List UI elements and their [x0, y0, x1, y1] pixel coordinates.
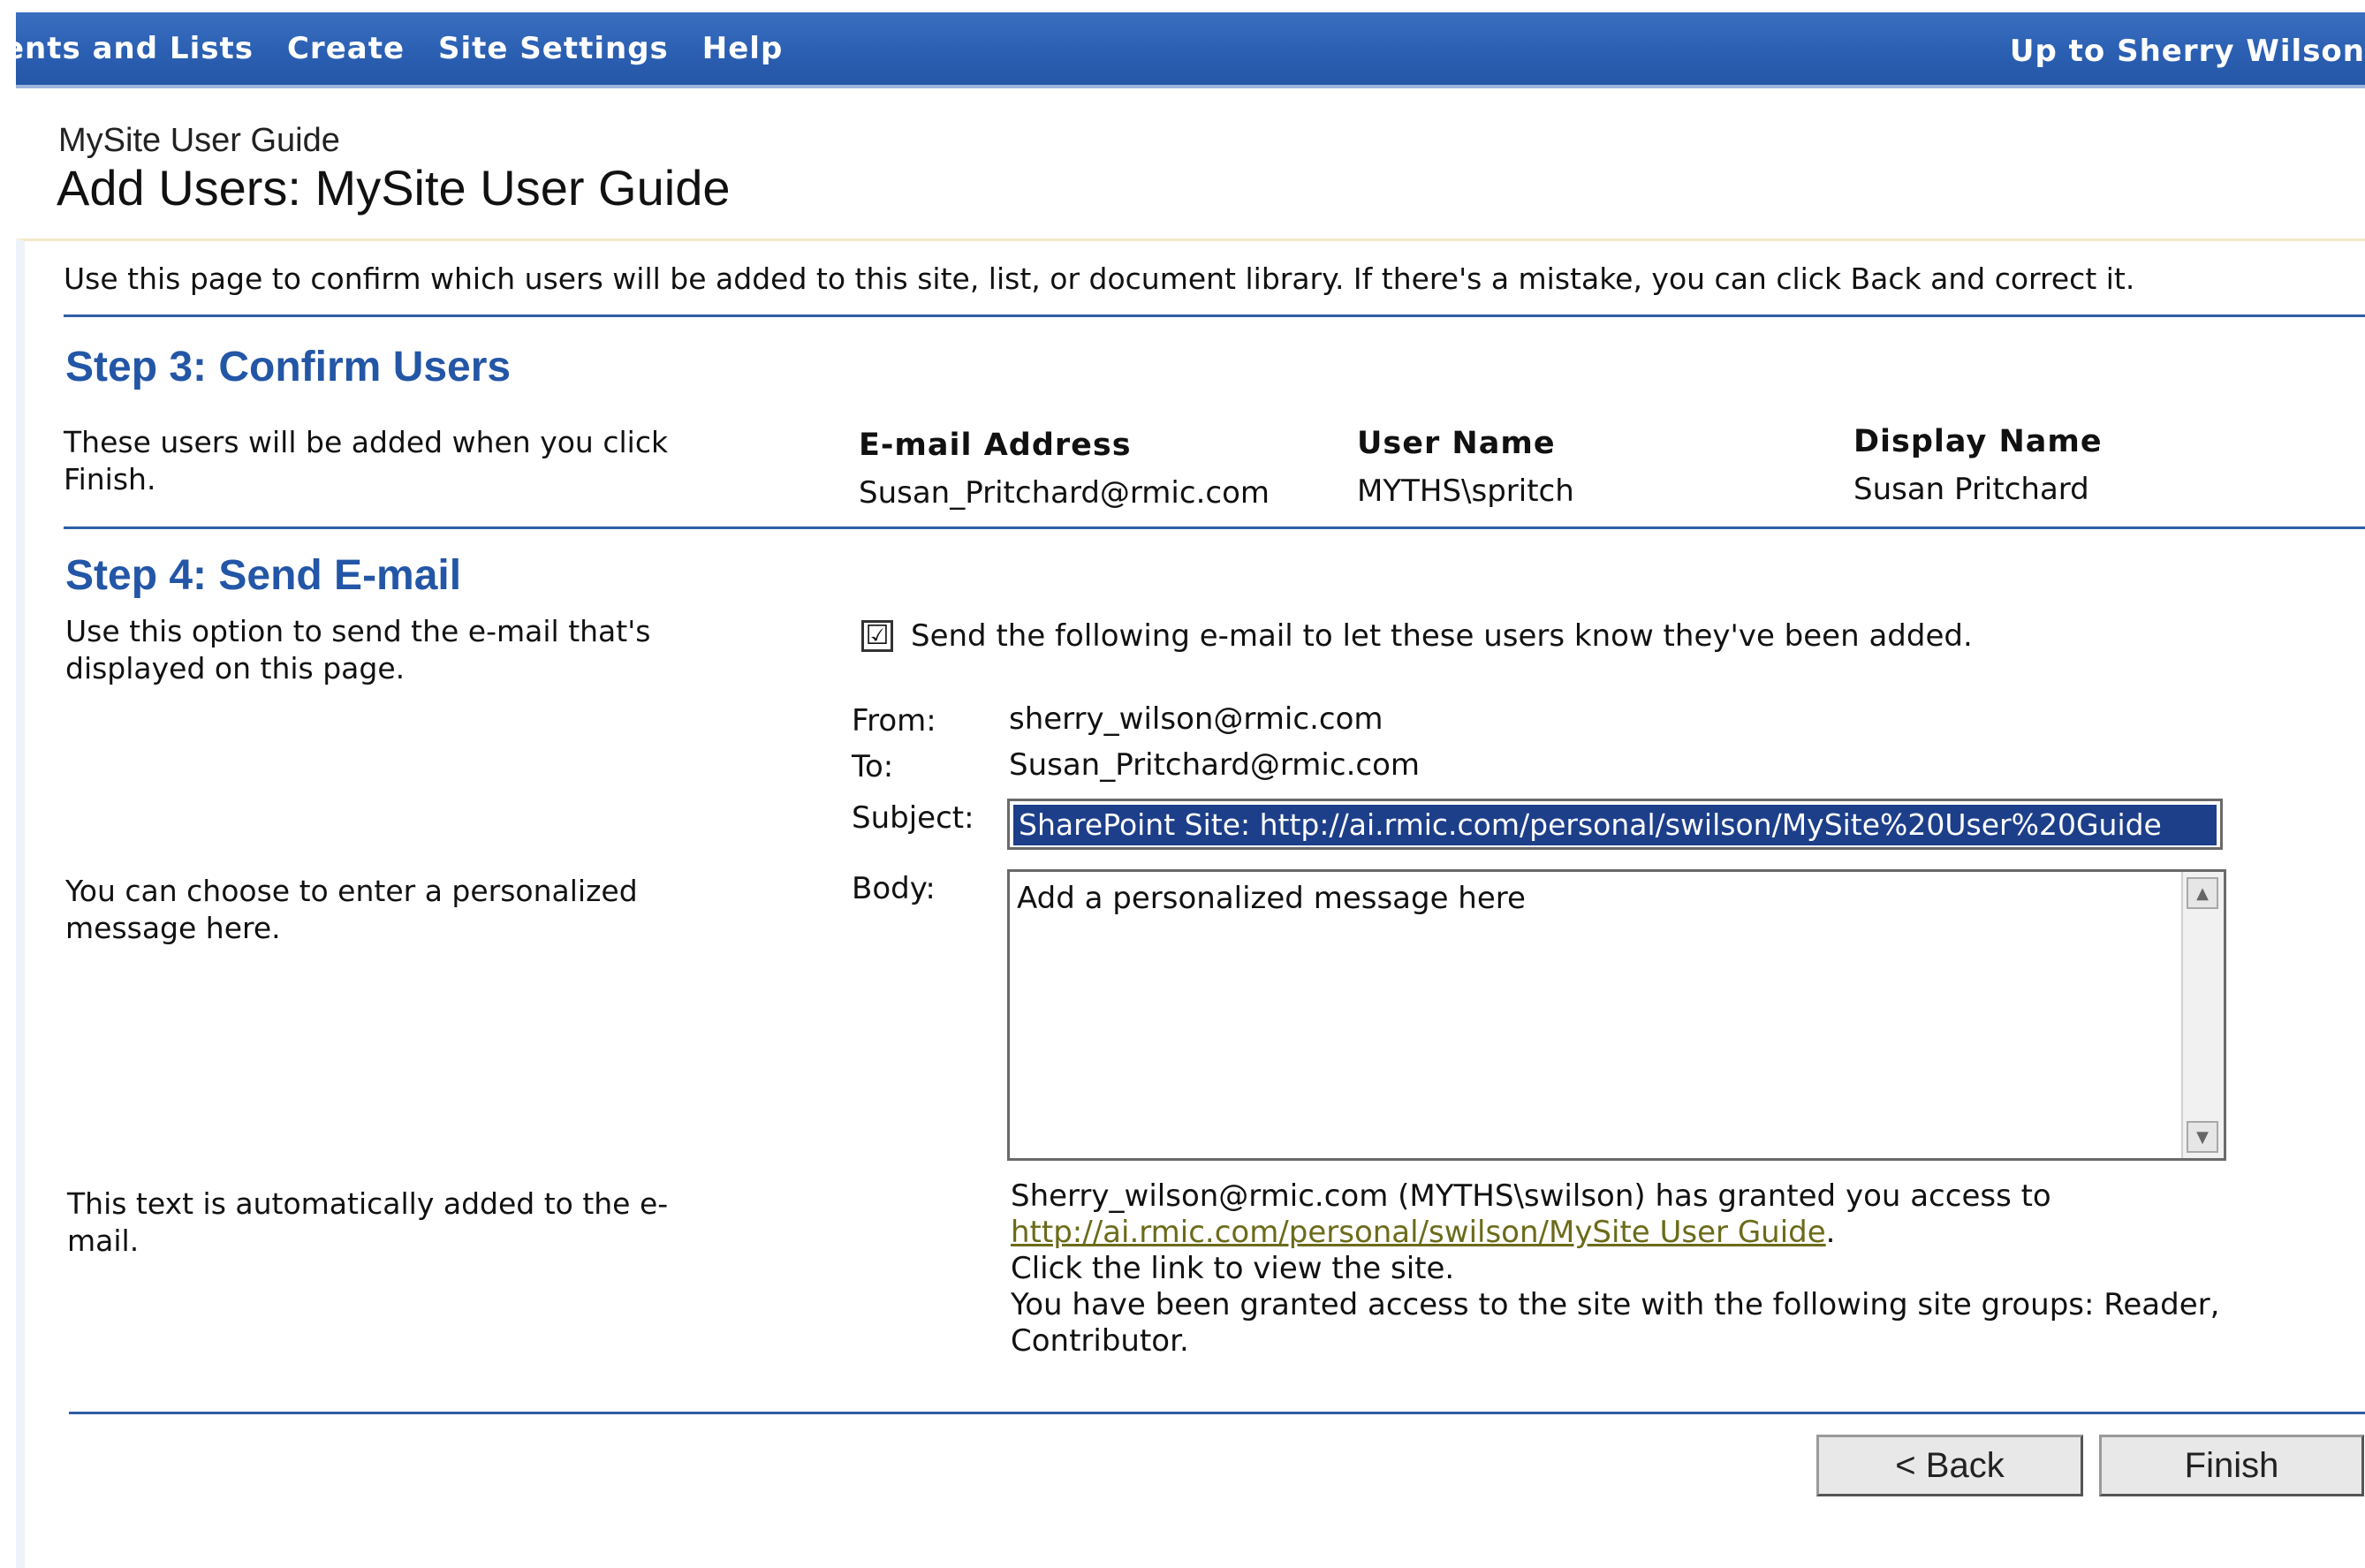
send-email-checkbox-label: Send the following e-mail to let these u… — [911, 618, 1973, 654]
finish-button[interactable]: Finish — [2099, 1435, 2364, 1496]
auto-text-line3: You have been granted access to the site… — [1011, 1287, 2220, 1359]
divider — [64, 526, 2365, 529]
subject-selected-text: SharePoint Site: http://ai.rmic.com/pers… — [1013, 805, 2217, 845]
auto-text-period: . — [1825, 1215, 1836, 1250]
top-nav-bar: ents and Lists Create Site Settings Help… — [16, 12, 2365, 88]
subject-input[interactable]: SharePoint Site: http://ai.rmic.com/pers… — [1007, 799, 2223, 850]
nav-item-documents-and-lists[interactable]: ents and Lists — [16, 31, 254, 66]
step4-description: Use this option to send the e-mail that'… — [65, 614, 651, 686]
body-textarea[interactable]: Add a personalized message here ▲ ▼ — [1007, 869, 2226, 1161]
from-value: sherry_wilson@rmic.com — [1009, 701, 1383, 737]
auto-text-description: This text is automatically added to the … — [67, 1186, 669, 1258]
send-email-option: ☑ Send the following e-mail to let these… — [861, 618, 1973, 654]
divider — [64, 314, 2365, 317]
subject-label: Subject: — [852, 800, 974, 836]
page-title: Add Users: MySite User Guide — [57, 160, 731, 216]
display-name-cell: Susan Pritchard — [1853, 472, 2089, 507]
nav-item-create[interactable]: Create — [287, 31, 405, 66]
column-header-user-name: User Name — [1357, 426, 1556, 461]
top-nav: ents and Lists Create Site Settings Help — [16, 12, 816, 85]
user-name-cell: MYTHS\spritch — [1357, 473, 1574, 509]
scroll-down-icon[interactable]: ▼ — [2187, 1121, 2218, 1153]
body-text: Add a personalized message here — [1017, 881, 1526, 916]
nav-item-site-settings[interactable]: Site Settings — [438, 31, 669, 66]
site-name: MySite User Guide — [58, 122, 340, 159]
from-label: From: — [852, 703, 936, 739]
step3-description: These users will be added when you click… — [64, 425, 669, 496]
send-email-checkbox[interactable]: ☑ — [861, 620, 893, 652]
back-button[interactable]: < Back — [1816, 1435, 2083, 1496]
column-header-email: E-mail Address — [859, 428, 1132, 463]
divider — [69, 1412, 2365, 1414]
intro-text: Use this page to confirm which users wil… — [64, 261, 2135, 296]
auto-email-text: Sherry_wilson@rmic.com (MYTHS\swilson) h… — [1011, 1178, 2336, 1360]
auto-text-line2: Click the link to view the site. — [1011, 1251, 1455, 1286]
nav-item-help[interactable]: Help — [702, 31, 784, 66]
scroll-up-icon[interactable]: ▲ — [2187, 877, 2218, 909]
auto-text-line1: Sherry_wilson@rmic.com (MYTHS\swilson) h… — [1011, 1178, 2051, 1214]
column-header-display-name: Display Name — [1853, 424, 2103, 459]
site-link[interactable]: http://ai.rmic.com/personal/swilson/MySi… — [1011, 1215, 1826, 1250]
user-email-cell: Susan_Pritchard@rmic.com — [859, 475, 1270, 511]
personalized-message-description: You can choose to enter a personalized m… — [65, 874, 638, 945]
to-value: Susan_Pritchard@rmic.com — [1009, 747, 1420, 783]
up-to-parent-link[interactable]: Up to Sherry Wilson — [2010, 34, 2365, 69]
body-label: Body: — [852, 871, 936, 906]
to-label: To: — [852, 749, 894, 784]
body-scrollbar[interactable]: ▲ ▼ — [2181, 872, 2224, 1158]
step3-title: Step 3: Confirm Users — [65, 344, 512, 390]
step4-title: Step 4: Send E-mail — [65, 552, 462, 599]
